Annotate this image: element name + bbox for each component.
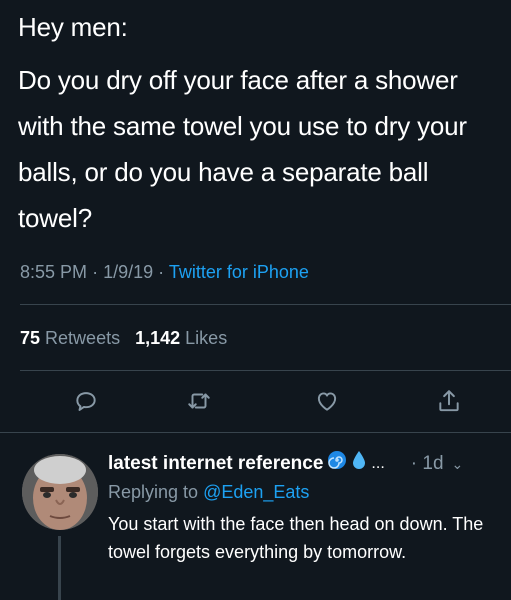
avatar-image [22,454,98,530]
reply-header: latest internet reference ... · 1d ⌄ [108,450,508,478]
reply-time[interactable]: · 1d [411,451,444,477]
tweet-source-link[interactable]: Twitter for iPhone [169,262,309,282]
likes-count: 1,142 [135,328,181,348]
replying-to: Replying to @Eden_Eats [108,478,508,506]
droplet-emoji-icon [351,450,367,478]
tweet-page: Hey men: Do you dry off your face after … [0,0,511,600]
retweets-stat[interactable]: 75 Retweets [20,328,120,348]
meta-separator: · [92,262,99,282]
reply-tweet[interactable]: latest internet reference ... · 1d ⌄ Rep… [0,436,511,600]
meta-separator: · [158,262,165,282]
reply-content: latest internet reference ... · 1d ⌄ Rep… [108,450,508,566]
retweet-button[interactable] [183,385,215,417]
reply-display-name[interactable]: latest internet reference [108,451,323,477]
tweet-time: 8:55 PM [20,262,88,282]
spiral-emoji-icon [327,450,347,478]
reply-icon [76,392,96,411]
likes-stat[interactable]: 1,142 Likes [135,328,227,348]
reply-text: You start with the face then head on dow… [108,514,484,562]
avatar[interactable] [22,454,98,530]
likes-label: Likes [185,328,228,348]
retweets-count: 75 [20,328,41,348]
tweet-meta: 8:55 PM · 1/9/19 · Twitter for iPhone [20,262,309,283]
chevron-down-icon[interactable]: ⌄ [452,451,464,477]
tweet-greeting: Hey men: [18,12,128,42]
like-icon [317,392,337,411]
retweet-icon [188,393,210,409]
divider [0,432,511,433]
tweet-actions [0,385,511,421]
tweet-stats: 75 Retweets 1,142 Likes [20,328,227,349]
divider [20,304,511,305]
tweet-date: 1/9/19 [103,262,154,282]
reply-button[interactable] [70,385,102,417]
retweets-label: Retweets [45,328,121,348]
share-button[interactable] [433,385,465,417]
tweet-question: Do you dry off your face after a shower … [18,65,467,233]
share-icon [439,390,459,412]
divider [20,370,511,371]
replying-prefix: Replying to [108,482,199,502]
name-ellipsis: ... [371,455,385,472]
thread-line [58,536,61,600]
replying-handle-link[interactable]: @Eden_Eats [203,482,309,502]
tweet-body: Hey men: Do you dry off your face after … [18,4,503,241]
like-button[interactable] [311,385,343,417]
